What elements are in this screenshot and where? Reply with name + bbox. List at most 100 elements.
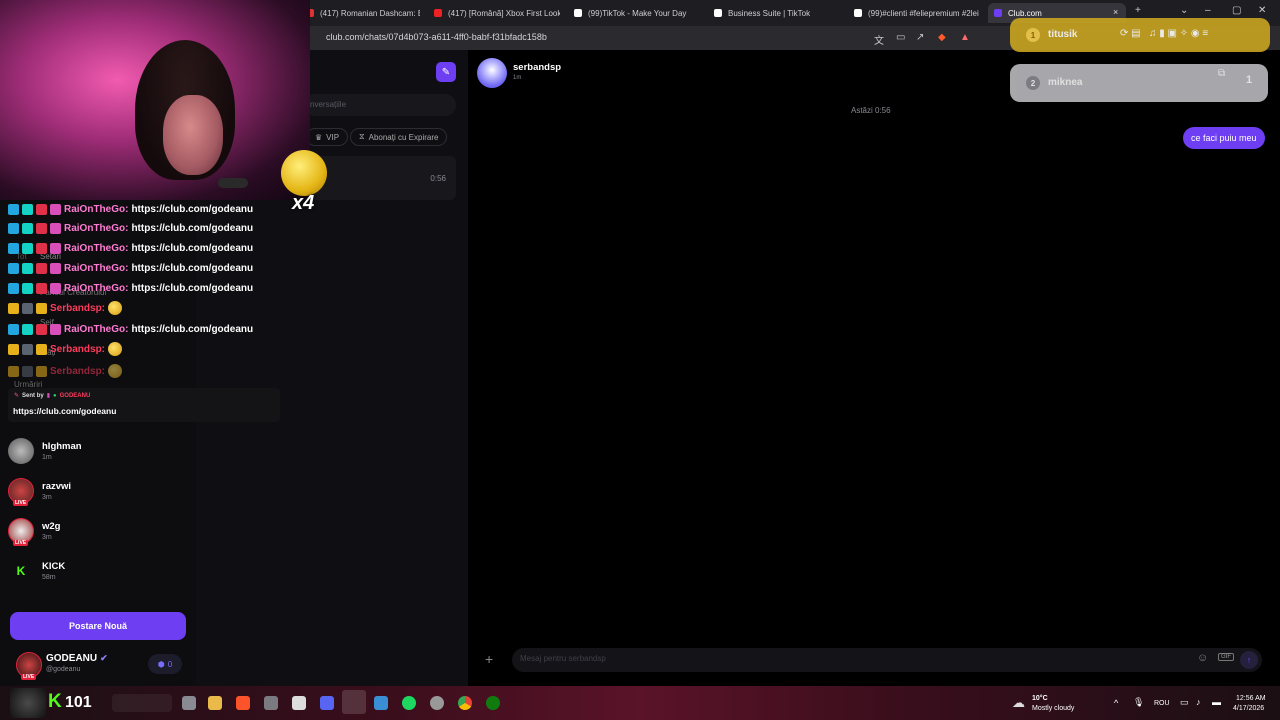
profile-card[interactable]: LIVE GODEANU ✔ @godeanu ⬢ 0 bbox=[10, 650, 186, 680]
task-view-icon[interactable] bbox=[182, 696, 196, 710]
browser-tab-3[interactable]: (99)TikTok - Make Your Day bbox=[568, 3, 700, 23]
new-tab-button[interactable]: + bbox=[1135, 5, 1141, 16]
chat-list-item[interactable]: K KICK 58m bbox=[8, 558, 65, 584]
add-attachment-icon[interactable]: + bbox=[485, 651, 493, 667]
chat-username: Serbandsp: bbox=[50, 343, 106, 355]
search-placeholder: nversațiile bbox=[310, 100, 347, 109]
chat-row: RaiOnTheGo: https://club.com/godeanu bbox=[8, 261, 253, 275]
network-icon[interactable]: ▭ bbox=[1180, 697, 1189, 708]
chat-list-item[interactable]: LIVE razvwi 3m bbox=[8, 478, 71, 506]
kick-logo-icon: K bbox=[48, 691, 62, 712]
verified-icon: ✔ bbox=[100, 653, 108, 663]
badge-icon bbox=[50, 262, 61, 274]
language-indicator[interactable]: ROU bbox=[1154, 700, 1170, 707]
taskbar-search[interactable] bbox=[112, 694, 172, 712]
avatar: LIVE bbox=[8, 478, 34, 506]
badge-icon bbox=[22, 282, 33, 294]
tiktok-icon bbox=[714, 9, 722, 17]
message-bubble: ce faci puiu meu bbox=[1183, 127, 1265, 149]
rank-badge: 2 bbox=[1026, 76, 1040, 90]
browser-tab-5[interactable]: (99)#clienti #feliepremium #2lei bbox=[848, 3, 980, 23]
chat-partner-status: 1m bbox=[513, 75, 522, 81]
close-tab-icon[interactable]: × bbox=[1113, 7, 1118, 17]
mic-badge-icon: ▮ bbox=[46, 393, 51, 399]
webcam-overlay bbox=[0, 0, 310, 200]
avatar[interactable] bbox=[477, 58, 507, 88]
badge-icon bbox=[50, 222, 61, 234]
verified-badge-icon: ● bbox=[53, 392, 57, 399]
chat-list-item[interactable]: LIVE w2g 3m bbox=[8, 518, 61, 546]
store-icon[interactable] bbox=[292, 696, 306, 710]
brave-rewards-icon[interactable]: ▲ bbox=[960, 32, 970, 43]
chat-row: RaiOnTheGo: https://club.com/godeanu bbox=[8, 202, 253, 216]
spotify-icon[interactable] bbox=[402, 696, 416, 710]
live-badge: LIVE bbox=[13, 540, 29, 546]
tab-search-icon[interactable]: ⌄ bbox=[1180, 5, 1188, 16]
translate-icon[interactable]: 文 bbox=[874, 32, 884, 47]
url-field[interactable]: club.com/chats/07d4b073-a611-4ff0-babf-f… bbox=[326, 32, 547, 42]
browser-tab-4[interactable]: Business Suite | TikTok bbox=[708, 3, 840, 23]
chat-partner-name[interactable]: serbandsp bbox=[513, 62, 561, 73]
conversation-item[interactable]: 0:56 bbox=[304, 156, 456, 200]
browser-tab-1[interactable]: (417) Romanian Dashcam: Biciclis bbox=[300, 3, 420, 23]
badge-icon bbox=[8, 242, 19, 254]
tiktok-icon bbox=[574, 9, 582, 17]
filter-vip[interactable]: ♛ VIP bbox=[306, 128, 349, 146]
coin-balance[interactable]: ⬢ 0 bbox=[148, 654, 182, 674]
chat-list-name: w2g bbox=[42, 521, 61, 532]
cast-icon[interactable]: ▭ bbox=[896, 32, 905, 43]
battery-icon[interactable]: ▬ bbox=[1212, 697, 1221, 707]
weather-cloud-icon[interactable]: ☁ bbox=[1012, 695, 1025, 711]
browser-tab-2[interactable]: (417) [Română] Xbox First Look: bbox=[428, 3, 560, 23]
xbox-icon[interactable] bbox=[486, 696, 500, 710]
copy-icon[interactable]: ⧉ bbox=[1218, 68, 1225, 79]
emoji-icon bbox=[108, 301, 123, 315]
window-close-icon[interactable]: ✕ bbox=[1258, 5, 1266, 16]
taskbar: K 101 ☁ 10°C Mostly cloudy ^ 🎙 ROU ▭ ♪ ▬… bbox=[0, 686, 1280, 720]
chat-list-time: 3m bbox=[42, 494, 52, 501]
file-explorer-icon[interactable] bbox=[208, 696, 222, 710]
brave-icon[interactable] bbox=[236, 696, 250, 710]
chat-window bbox=[468, 50, 1280, 686]
brave-shield-icon[interactable]: ◆ bbox=[938, 32, 946, 43]
extensions-icons[interactable]: ⟳ ▤ ♫ ▮ ▣ ✧ ◉ ≡ bbox=[1120, 28, 1208, 39]
steam-icon-active[interactable] bbox=[342, 690, 366, 714]
message-input[interactable]: Mesaj pentru serbandsp ☺ GIF ↑ bbox=[512, 648, 1262, 672]
volume-icon[interactable]: ♪ bbox=[1196, 697, 1201, 707]
sent-by-link[interactable]: https://club.com/godeanu bbox=[13, 406, 116, 416]
badge-icon bbox=[22, 365, 33, 377]
clock-time[interactable]: 12:56 AM bbox=[1236, 695, 1266, 702]
sent-by-label: Sent by bbox=[22, 392, 44, 399]
app-icon[interactable] bbox=[264, 696, 278, 710]
chat-list-item[interactable]: hIghman 1m bbox=[8, 438, 82, 464]
emoji-picker-icon[interactable]: ☺ bbox=[1197, 652, 1208, 664]
filter-expiring-subscribers[interactable]: ⧖ Abonați cu Expirare bbox=[350, 128, 448, 146]
badge-icon bbox=[36, 222, 47, 234]
search-input[interactable]: nversațiile bbox=[304, 94, 456, 116]
maximize-icon[interactable]: ▢ bbox=[1232, 5, 1241, 16]
rank-badge: 1 bbox=[1026, 28, 1040, 42]
gif-button[interactable]: GIF bbox=[1218, 653, 1234, 661]
compose-button[interactable]: ✎ bbox=[436, 62, 456, 82]
battle-net-icon[interactable] bbox=[374, 696, 388, 710]
club-icon bbox=[994, 9, 1002, 17]
chrome-icon[interactable] bbox=[458, 696, 472, 710]
message-input-placeholder: Mesaj pentru serbandsp bbox=[520, 654, 606, 663]
notification-name: titusik bbox=[1048, 29, 1078, 40]
crown-badge-icon bbox=[8, 343, 19, 355]
date-separator: Astăzi 0:56 bbox=[851, 106, 891, 115]
clock-date[interactable]: 4/17/2026 bbox=[1233, 705, 1264, 712]
obs-icon[interactable] bbox=[430, 696, 444, 710]
badge-icon bbox=[50, 282, 61, 294]
share-icon[interactable]: ↗ bbox=[916, 32, 924, 43]
avatar: LIVE bbox=[16, 652, 42, 680]
new-post-button[interactable]: Postare Nouă bbox=[10, 612, 186, 640]
microphone-icon[interactable]: 🎙 bbox=[1133, 697, 1144, 708]
avatar bbox=[8, 438, 34, 464]
discord-icon[interactable] bbox=[320, 696, 334, 710]
minimize-icon[interactable]: – bbox=[1205, 5, 1211, 16]
hourglass-icon: ⧖ bbox=[359, 132, 365, 141]
send-icon[interactable]: ↑ bbox=[1240, 651, 1258, 669]
badge-icon bbox=[36, 242, 47, 254]
tray-overflow-icon[interactable]: ^ bbox=[1114, 698, 1118, 708]
